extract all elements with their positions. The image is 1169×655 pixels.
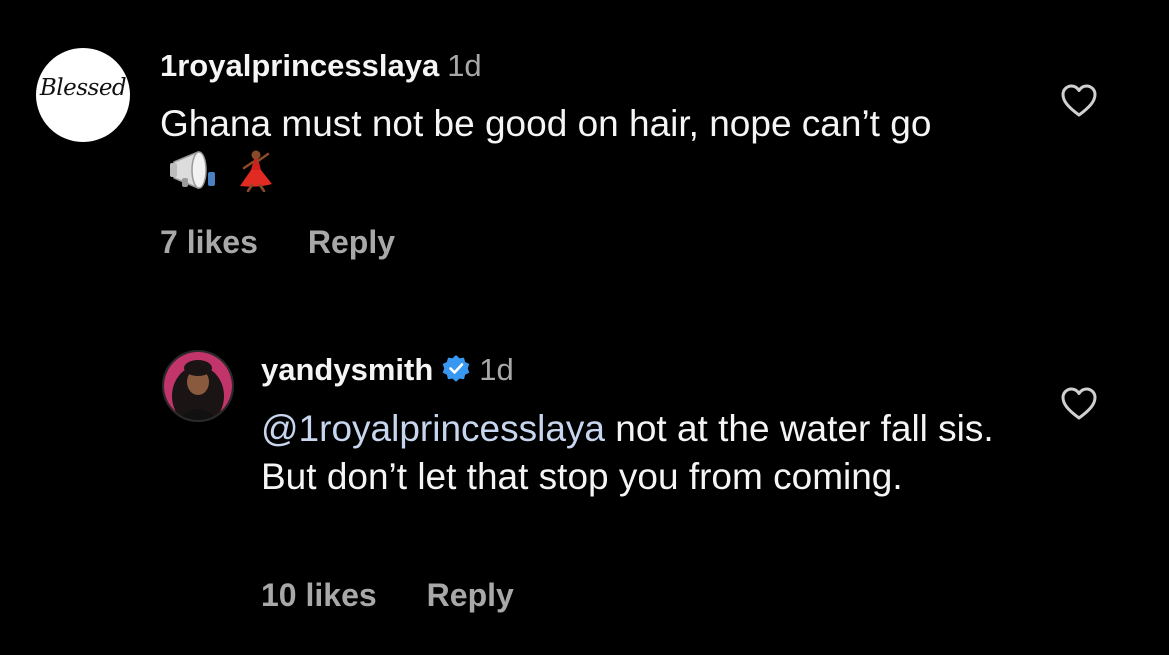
avatar[interactable] (162, 350, 234, 422)
like-button[interactable] (1060, 83, 1098, 124)
comment-text-content: Ghana must not be good on hair, nope can… (160, 103, 932, 144)
avatar-logo-text: Blessed (39, 75, 127, 101)
comment-text: @1royalprincesslaya not at the water fal… (261, 405, 1021, 501)
comment-meta: 7 likes Reply (160, 222, 395, 262)
reply-button[interactable]: Reply (308, 224, 395, 260)
comment: Blessed 1royalprincesslaya 1d Ghana must … (0, 0, 1169, 300)
avatar[interactable]: Blessed (36, 48, 130, 142)
timestamp: 1d (447, 48, 482, 83)
verified-badge-icon (441, 354, 471, 392)
mention-link[interactable]: @1royalprincesslaya (261, 408, 605, 449)
comment-header: 1royalprincesslaya 1d (160, 48, 482, 84)
reply-button[interactable]: Reply (427, 577, 514, 613)
comment-header: yandysmith 1d (261, 352, 514, 392)
username[interactable]: 1royalprincesslaya (160, 48, 439, 83)
username[interactable]: yandysmith (261, 352, 433, 387)
likes-count[interactable]: 7 likes (160, 224, 258, 260)
heart-icon (1061, 84, 1097, 117)
heart-icon (1061, 387, 1097, 420)
like-button[interactable] (1060, 386, 1098, 427)
timestamp: 1d (479, 352, 514, 387)
reply-comment: yandysmith 1d @1royalprincesslaya not at… (0, 330, 1169, 655)
dancer-icon (232, 148, 276, 204)
comment-meta: 10 likes Reply (261, 575, 514, 615)
comment-text: Ghana must not be good on hair, nope can… (160, 100, 940, 204)
megaphone-icon (168, 148, 224, 204)
likes-count[interactable]: 10 likes (261, 577, 377, 613)
